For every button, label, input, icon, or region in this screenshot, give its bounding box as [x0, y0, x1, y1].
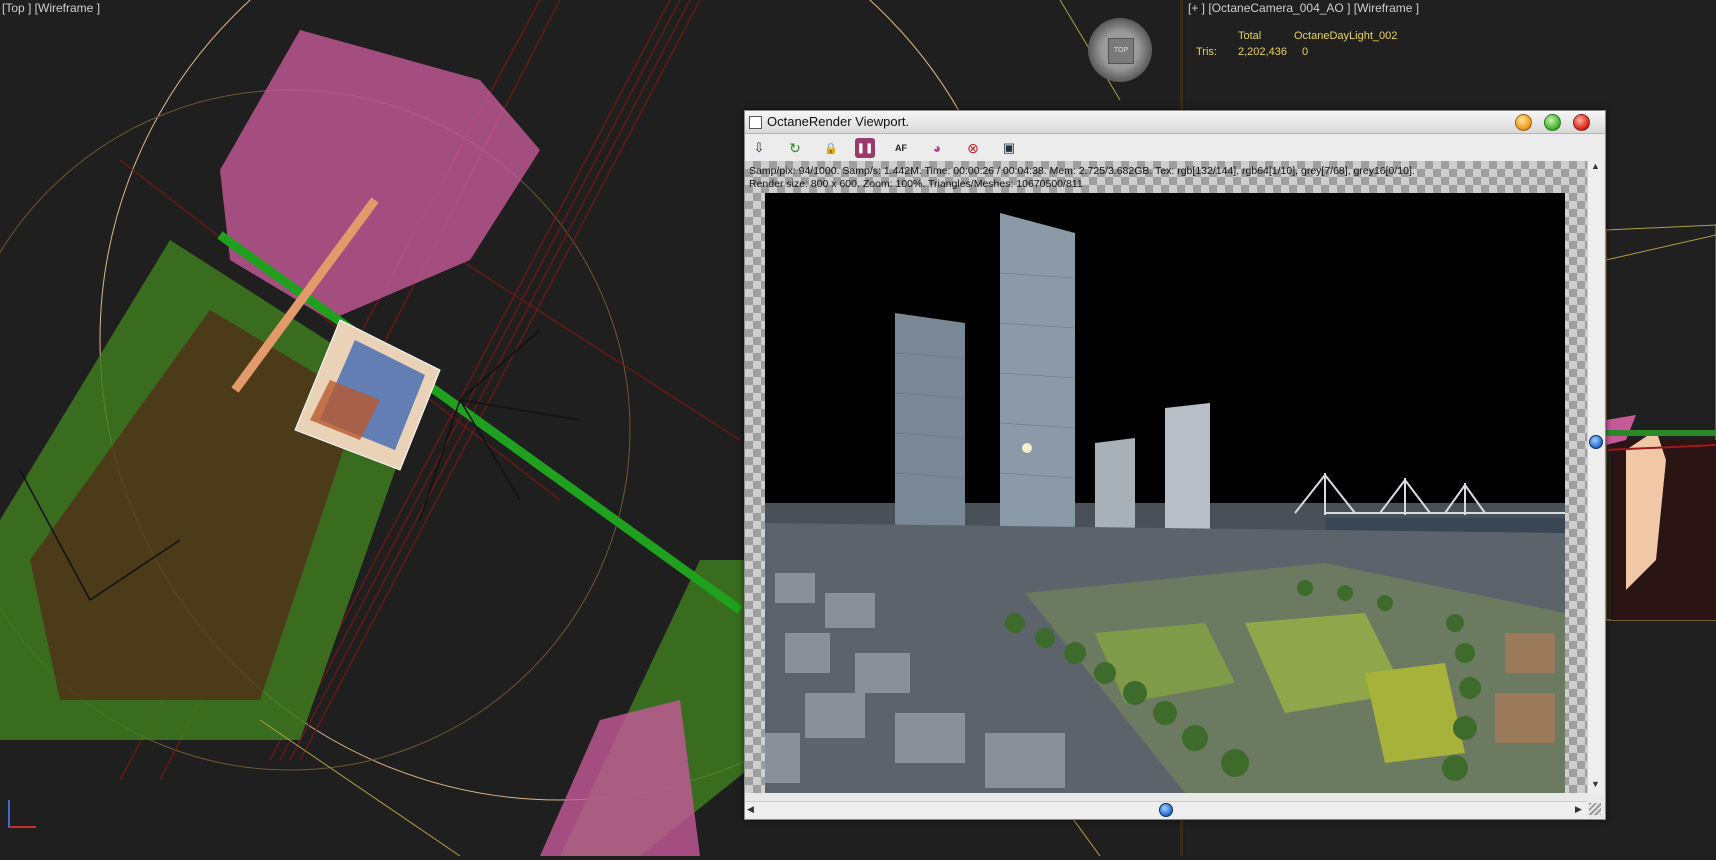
horizontal-scroll-thumb[interactable] [1159, 803, 1173, 817]
viewcube-face[interactable]: TOP [1108, 38, 1134, 64]
tower-4 [1165, 403, 1210, 543]
maximize-button[interactable] [1544, 114, 1561, 131]
autofocus-icon: AF [895, 143, 907, 153]
scroll-left-icon[interactable]: ◀ [747, 804, 754, 815]
rendered-image[interactable] [765, 193, 1565, 793]
road-cam [1606, 430, 1716, 436]
pause-icon: ❚❚ [856, 142, 874, 154]
region-icon: ⊗ [967, 139, 979, 156]
viewport-top-label[interactable]: [Top ] [Wireframe ] [2, 1, 100, 15]
region-render-button[interactable]: ⊗ [963, 138, 983, 158]
building-wire-line [1605, 234, 1716, 261]
viewport-camera-label[interactable]: [+ ] [OctaneCamera_004_AO ] [Wireframe ] [1188, 1, 1419, 15]
autofocus-button[interactable]: AF [891, 138, 911, 158]
render-info: Samp/pix: 94/1000. Samp/s: 1.442M. Time:… [749, 165, 1415, 191]
scroll-down-icon[interactable]: ▼ [1591, 779, 1600, 789]
stats-col-total: Total [1238, 30, 1262, 42]
restart-icon: ↻ [789, 139, 801, 156]
scene-stats: Total OctaneDayLight_002 Tris: 2,202,436 0 [1196, 28, 1397, 60]
stats-col-object: OctaneDayLight_002 [1294, 30, 1398, 42]
horizontal-scrollbar[interactable]: ◀ ▶ [745, 801, 1587, 818]
export-icon: ⇩ [753, 140, 765, 155]
tower-2 [1000, 213, 1075, 543]
color-picker-button[interactable]: ◕ [927, 138, 947, 158]
octane-toolbar: ⇩ ↻ 🔒 ❚❚ AF ◕ ⊗ ▣ [745, 134, 1605, 162]
viewcube[interactable]: TOP [1088, 18, 1152, 82]
world-axis-icon [8, 800, 36, 828]
lock-button[interactable]: 🔒 [821, 138, 841, 158]
frame-line [259, 719, 461, 856]
vertical-scroll-thumb[interactable] [1589, 435, 1603, 449]
octane-render-window[interactable]: OctaneRender Viewport. ⇩ ↻ 🔒 ❚❚ AF ◕ ⊗ ▣… [744, 110, 1606, 820]
display-button[interactable]: ▣ [999, 138, 1019, 158]
octane-window-title: OctaneRender Viewport. [767, 114, 910, 129]
minimize-button[interactable] [1515, 114, 1532, 131]
tree-mass-pink-2 [540, 700, 700, 856]
vertical-scrollbar[interactable]: ▲ ▼ [1587, 161, 1604, 793]
restart-button[interactable]: ↻ [785, 138, 805, 158]
lock-icon: 🔒 [824, 142, 838, 155]
resize-grip-icon[interactable] [1589, 803, 1601, 815]
render-info-line1: Samp/pix: 94/1000. Samp/s: 1.442M. Time:… [749, 165, 1415, 177]
octane-titlebar[interactable]: OctaneRender Viewport. [745, 111, 1605, 134]
stats-tris-object: 0 [1302, 46, 1309, 58]
app-icon [749, 116, 762, 129]
scroll-right-icon[interactable]: ▶ [1575, 804, 1582, 815]
stats-tris-total: 2,202,436 [1238, 46, 1287, 58]
sun-reflection [1022, 443, 1032, 453]
close-button[interactable] [1573, 114, 1590, 131]
color-icon: ◕ [932, 140, 942, 156]
display-icon: ▣ [1002, 140, 1016, 155]
pause-button[interactable]: ❚❚ [855, 138, 875, 158]
scroll-up-icon[interactable]: ▲ [1591, 161, 1600, 171]
tower-1 [895, 313, 965, 538]
export-button[interactable]: ⇩ [749, 138, 769, 158]
render-info-line2: Render size: 800 x 600. Zoom: 100%. Tria… [749, 178, 1083, 190]
stats-tris-label: Tris: [1196, 46, 1217, 58]
tree-mass-pink [220, 30, 540, 320]
